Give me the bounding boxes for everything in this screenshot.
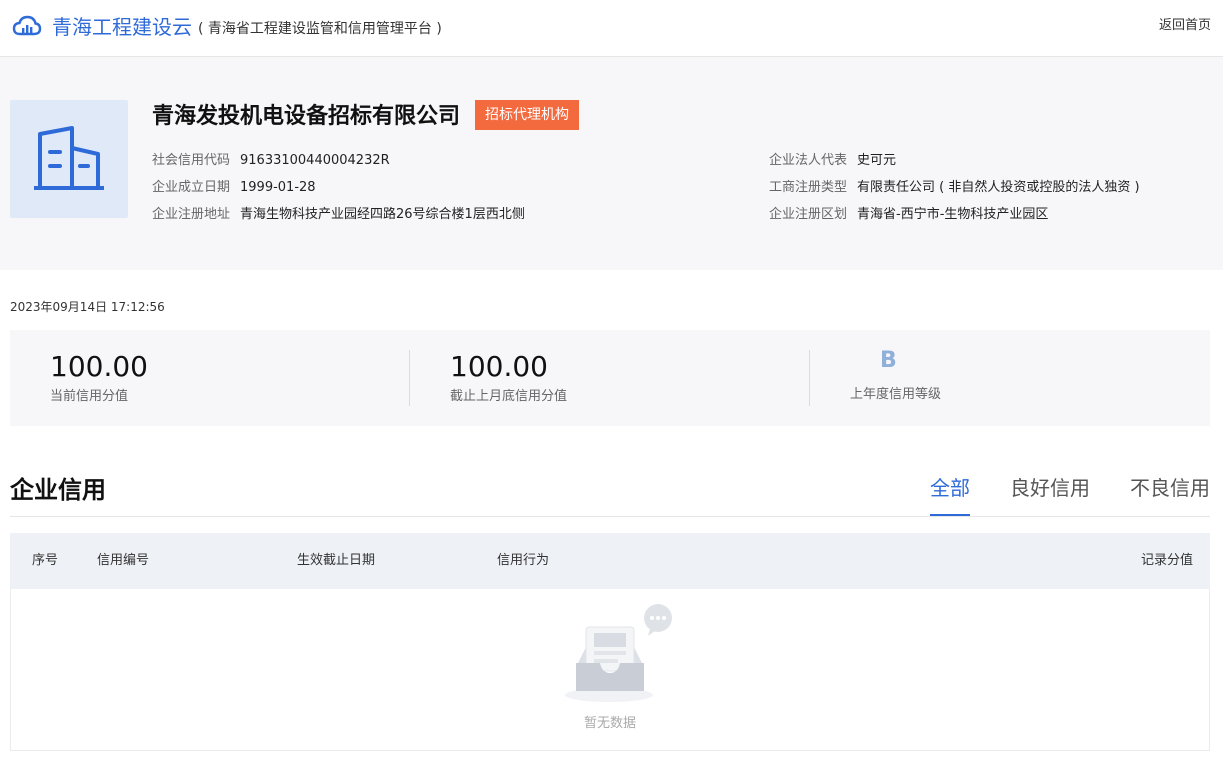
column-header-index: 序号 <box>32 553 59 568</box>
column-header-record-score: 记录分值 <box>1140 553 1193 568</box>
credit-table-header: 序号 信用编号 生效截止日期 信用行为 记录分值 <box>10 533 1210 589</box>
credit-section-title: 企业信用 <box>10 476 106 504</box>
company-info-panel: 青海发投机电设备招标有限公司 招标代理机构 社会信用代码 916331004400… <box>0 58 1223 270</box>
info-address: 企业注册地址 青海生物科技产业园经四路26号综合楼1层西北侧 <box>152 206 525 224</box>
company-name: 青海发投机电设备招标有限公司 <box>152 104 461 129</box>
cloud-icon[interactable] <box>12 14 42 38</box>
info-legal-rep: 企业法人代表 史可元 <box>769 152 896 170</box>
info-founded-date: 企业成立日期 1999-01-28 <box>152 179 316 197</box>
update-timestamp: 2023年09月14日 17:12:56 <box>10 300 165 314</box>
grade-label: 上年度信用等级 <box>850 387 942 402</box>
info-value: 青海生物科技产业园经四路26号综合楼1层西北侧 <box>240 207 525 222</box>
tab-good-credit[interactable]: 良好信用 <box>1010 474 1090 502</box>
info-label: 企业成立日期 <box>152 180 231 195</box>
info-label: 企业法人代表 <box>769 153 848 168</box>
last-month-score-block: 100.00 截止上月底信用分值 <box>410 330 810 426</box>
building-icon <box>34 126 104 190</box>
info-credit-code: 社会信用代码 91633100440004232R <box>152 152 390 170</box>
info-label: 社会信用代码 <box>152 153 231 168</box>
site-title[interactable]: 青海工程建设云 <box>52 14 192 40</box>
current-score-label: 当前信用分值 <box>50 389 129 404</box>
column-header-credit-id: 信用编号 <box>97 553 150 568</box>
grade-value: B <box>880 348 897 373</box>
back-home-link[interactable]: 返回首页 <box>1159 17 1211 35</box>
company-type-badge: 招标代理机构 <box>475 100 579 130</box>
section-divider <box>10 516 1210 517</box>
empty-inbox-icon <box>565 604 672 702</box>
score-panel: 100.00 当前信用分值 100.00 截止上月底信用分值 B 上年度信用等级 <box>10 330 1210 426</box>
info-label: 企业注册地址 <box>152 207 231 222</box>
empty-state-text: 暂无数据 <box>583 716 636 731</box>
info-value: 史可元 <box>857 153 897 168</box>
credit-tabs: 全部 良好信用 不良信用 <box>930 474 1210 518</box>
info-value: 1999-01-28 <box>240 180 316 195</box>
column-header-credit-behavior: 信用行为 <box>497 553 550 568</box>
info-label: 工商注册类型 <box>769 180 848 195</box>
last-month-score-value: 100.00 <box>450 350 548 383</box>
current-score-block: 100.00 当前信用分值 <box>10 330 410 426</box>
info-value: 青海省-西宁市-生物科技产业园区 <box>857 207 1049 222</box>
site-subtitle: ( 青海省工程建设监管和信用管理平台 ) <box>198 21 442 37</box>
last-month-score-label: 截止上月底信用分值 <box>450 389 568 404</box>
top-header: 青海工程建设云 ( 青海省工程建设监管和信用管理平台 ) 返回首页 <box>0 0 1223 57</box>
info-label: 企业注册区划 <box>769 207 848 222</box>
info-value: 91633100440004232R <box>240 153 390 168</box>
credit-table-body: 暂无数据 <box>10 589 1210 751</box>
company-logo <box>10 100 128 218</box>
current-score-value: 100.00 <box>50 350 148 383</box>
grade-block: B 上年度信用等级 <box>810 330 1210 426</box>
info-registration-type: 工商注册类型 有限责任公司 ( 非自然人投资或控股的法人独资 ) <box>769 179 1140 197</box>
column-header-expiry-date: 生效截止日期 <box>297 553 376 568</box>
tab-bad-credit[interactable]: 不良信用 <box>1130 474 1210 502</box>
info-value: 有限责任公司 ( 非自然人投资或控股的法人独资 ) <box>857 180 1140 195</box>
info-region: 企业注册区划 青海省-西宁市-生物科技产业园区 <box>769 206 1048 224</box>
tab-all[interactable]: 全部 <box>930 474 970 502</box>
